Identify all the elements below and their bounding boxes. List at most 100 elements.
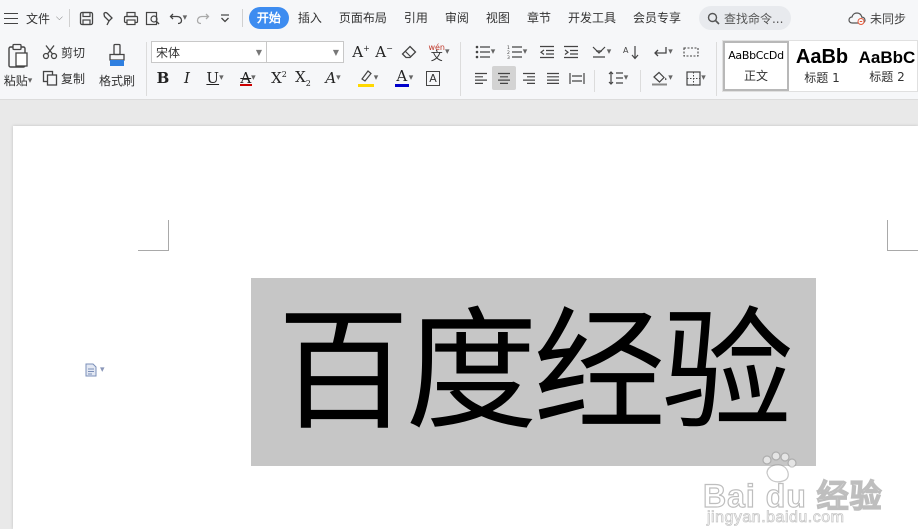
chevron-down-icon: ▾ xyxy=(445,47,450,57)
line-spacing-icon xyxy=(608,71,623,85)
character-border-icon: A xyxy=(426,70,440,86)
style-preview: AaBbCcDd xyxy=(728,48,784,62)
text-selection[interactable]: 百度经验 xyxy=(251,278,816,466)
tab-page-layout[interactable]: 页面布局 xyxy=(331,7,395,29)
italic-button[interactable]: I xyxy=(176,67,198,89)
paste-label: 粘贴 xyxy=(3,74,28,88)
copy-button[interactable]: 复制 xyxy=(42,66,85,90)
eraser-icon xyxy=(401,45,417,59)
sort-button[interactable]: A xyxy=(620,41,642,63)
command-search-box[interactable]: 查找命令... xyxy=(698,6,791,30)
chevron-down-icon: ▾ xyxy=(623,73,629,83)
font-size-select[interactable]: ▼ xyxy=(266,41,344,63)
tab-references[interactable]: 引用 xyxy=(396,7,436,29)
italic-icon: I xyxy=(184,69,190,87)
document-page[interactable]: ▾ 百度经验 Bai du 经验 jingyan.baidu.com xyxy=(13,126,918,529)
highlighter-icon xyxy=(357,69,374,87)
paragraph-options-button[interactable]: ▾ xyxy=(85,363,105,377)
divider xyxy=(640,70,641,92)
borders-button[interactable]: ▾ xyxy=(680,67,712,89)
chinese-layout-icon xyxy=(592,46,606,58)
character-border-button[interactable]: A xyxy=(422,67,444,89)
save-icon[interactable] xyxy=(76,6,98,30)
tab-member[interactable]: 会员专享 xyxy=(625,7,689,29)
justify-icon xyxy=(547,72,559,84)
outdent-icon xyxy=(539,45,554,59)
chevron-down-icon: ▾ xyxy=(668,47,673,57)
strikethrough-button[interactable]: A ▾ xyxy=(232,67,264,89)
font-color-button[interactable]: A ▾ xyxy=(388,67,420,89)
style-heading-1[interactable]: AaBb 标题 1 xyxy=(789,41,855,91)
chinese-layout-button[interactable]: ▾ xyxy=(586,41,616,63)
bold-icon: B xyxy=(156,69,170,87)
print-preview-icon[interactable] xyxy=(142,6,164,30)
print-icon[interactable] xyxy=(120,6,142,30)
shrink-font-icon: A− xyxy=(375,43,393,61)
document-text[interactable]: 百度经验 xyxy=(251,278,816,466)
paste-button[interactable]: 粘贴 ▾ xyxy=(0,40,36,92)
strikethrough-icon: A xyxy=(240,69,253,87)
numbered-list-button[interactable]: 123 ▾ xyxy=(502,41,532,63)
tab-home[interactable]: 开始 xyxy=(248,7,289,29)
style-preview: AaBbC xyxy=(858,47,916,67)
bullet-list-button[interactable]: ▾ xyxy=(470,41,500,63)
chevron-down-icon: ▾ xyxy=(668,73,673,83)
align-right-button[interactable] xyxy=(518,67,540,89)
font-name-value: 宋体 xyxy=(156,45,181,60)
grow-font-icon: A+ xyxy=(352,43,370,61)
subscript-button[interactable]: X2 xyxy=(292,67,314,89)
text-effect-button[interactable]: A ▾ xyxy=(318,67,348,89)
undo-icon[interactable]: ▾ xyxy=(164,6,192,30)
divider xyxy=(594,70,595,92)
decrease-font-size-button[interactable]: A− xyxy=(373,41,395,63)
highlight-color-bar xyxy=(357,84,374,87)
format-painter-button[interactable]: 格式刷 xyxy=(96,40,138,92)
underline-button[interactable]: U ▾ xyxy=(200,67,230,89)
decrease-indent-button[interactable] xyxy=(536,41,558,63)
sync-label: 未同步 xyxy=(869,11,906,26)
table-grid-icon xyxy=(683,47,699,57)
chevron-down-icon: ▾ xyxy=(701,73,706,83)
phonetic-icon: wén 文 xyxy=(428,43,445,63)
justify-button[interactable] xyxy=(542,67,564,89)
shading-button[interactable]: ▾ xyxy=(646,67,678,89)
tab-developer[interactable]: 开发工具 xyxy=(560,7,624,29)
document-workspace: ▾ 百度经验 Bai du 经验 jingyan.baidu.com xyxy=(0,101,918,529)
distributed-align-button[interactable] xyxy=(566,67,588,89)
style-heading-2[interactable]: AaBbC 标题 2 xyxy=(855,41,917,91)
format-painter-quick-icon[interactable] xyxy=(98,6,120,30)
phonetic-guide-button[interactable]: wén 文 ▾ xyxy=(424,41,454,63)
divider xyxy=(68,9,70,27)
align-center-button[interactable] xyxy=(492,66,516,90)
tab-stops-button[interactable] xyxy=(680,41,702,63)
tab-section[interactable]: 章节 xyxy=(519,7,559,29)
paste-icon xyxy=(8,43,28,68)
sync-status-button[interactable]: 未同步 xyxy=(848,6,906,30)
underline-icon: U xyxy=(206,69,220,87)
svg-text:A: A xyxy=(623,46,629,55)
style-normal[interactable]: AaBbCcDd 正文 xyxy=(723,41,789,91)
bold-button[interactable]: B xyxy=(152,67,174,89)
copy-icon xyxy=(42,70,58,86)
redo-icon[interactable] xyxy=(192,6,214,30)
file-menu-button[interactable]: 文件 ⌵ xyxy=(0,6,63,30)
superscript-button[interactable]: X2 xyxy=(268,67,290,89)
font-name-select[interactable]: 宋体 ▼ xyxy=(151,41,267,63)
tab-insert[interactable]: 插入 xyxy=(290,7,330,29)
chevron-down-icon: ▾ xyxy=(606,47,612,57)
increase-font-size-button[interactable]: A+ xyxy=(350,41,372,63)
watermark-url: jingyan.baidu.com xyxy=(707,509,845,527)
line-spacing-button[interactable]: ▾ xyxy=(602,67,634,89)
highlight-button[interactable]: ▾ xyxy=(352,67,384,89)
tab-review[interactable]: 审阅 xyxy=(437,7,477,29)
align-left-button[interactable] xyxy=(470,67,492,89)
customize-toolbar-icon[interactable] xyxy=(214,6,236,30)
show-hide-marks-button[interactable]: ▾ xyxy=(648,41,678,63)
paragraph-mark-icon xyxy=(654,47,667,57)
chevron-down-icon: ▾ xyxy=(408,73,414,83)
increase-indent-button[interactable] xyxy=(560,41,582,63)
cut-button[interactable]: 剪切 xyxy=(42,40,85,64)
tab-view[interactable]: 视图 xyxy=(478,7,518,29)
style-label: 标题 2 xyxy=(869,69,905,84)
clear-formatting-button[interactable] xyxy=(398,41,420,63)
